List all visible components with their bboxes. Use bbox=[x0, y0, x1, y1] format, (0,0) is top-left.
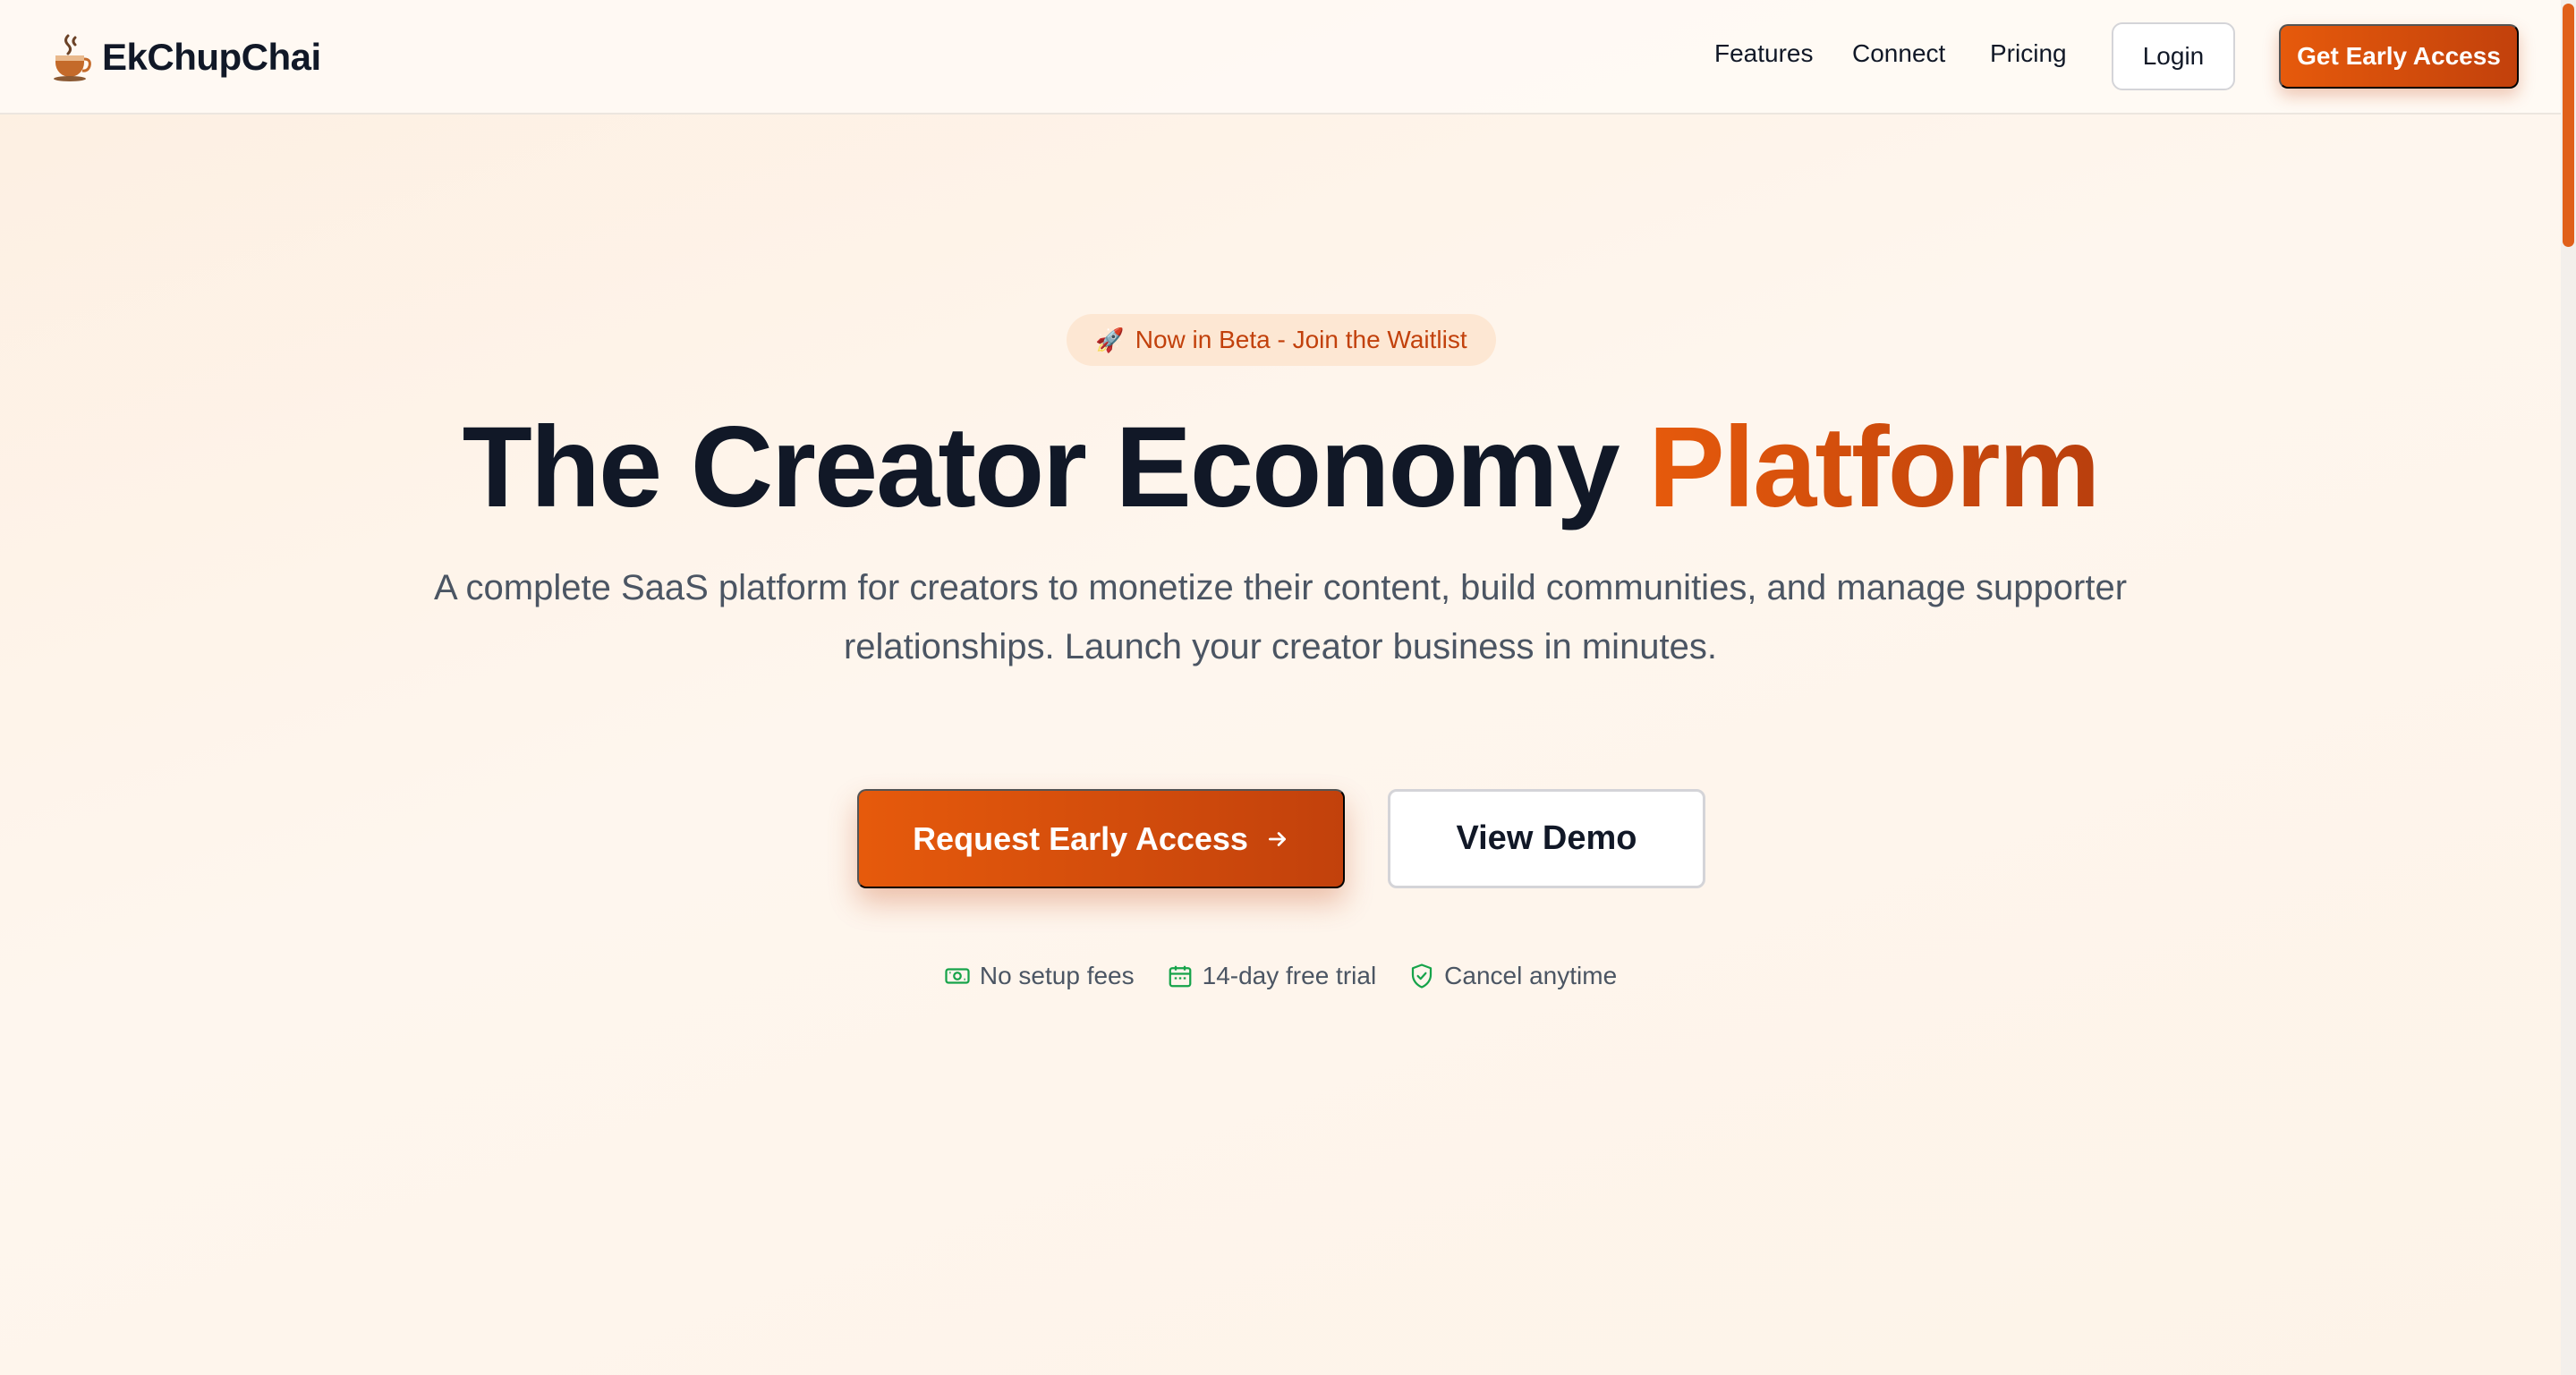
feature-highlights: No setup fees 14-day free trial Cancel a… bbox=[0, 962, 2561, 990]
nav-link-pricing[interactable]: Pricing bbox=[1990, 39, 2067, 68]
nav-link-connect[interactable]: Connect bbox=[1852, 39, 1945, 68]
brand-name: EkChupChai bbox=[102, 36, 321, 78]
hero-subtitle-line-2: relationships. Launch your creator busin… bbox=[843, 627, 1718, 666]
login-button[interactable]: Login bbox=[2112, 22, 2235, 90]
rocket-icon: 🚀 bbox=[1095, 326, 1125, 353]
teacup-icon bbox=[54, 34, 91, 81]
hero-title: The Creator Economy Platform bbox=[0, 401, 2561, 535]
beta-badge[interactable]: 🚀 Now in Beta - Join the Waitlist bbox=[1067, 314, 1496, 366]
feature-label: No setup fees bbox=[979, 962, 1135, 989]
hero-subtitle-line-1: A complete SaaS platform for creators to… bbox=[433, 568, 2128, 607]
request-early-access-button[interactable]: Request Early Access bbox=[857, 789, 1345, 888]
brand-logo[interactable]: EkChupChai bbox=[52, 27, 321, 88]
hero-title-accent: Platform bbox=[1648, 403, 2100, 531]
arrow-right-icon bbox=[1268, 831, 1286, 846]
calendar-icon bbox=[1169, 965, 1191, 988]
top-navbar: EkChupChai Features Connect Pricing Logi… bbox=[0, 0, 2561, 115]
shield-check-icon bbox=[1412, 963, 1433, 989]
hero-title-main: The Creator Economy bbox=[462, 403, 1649, 531]
view-demo-button[interactable]: View Demo bbox=[1388, 789, 1705, 888]
feature-label: Cancel anytime bbox=[1444, 962, 1618, 989]
get-early-access-button[interactable]: Get Early Access bbox=[2279, 24, 2519, 89]
money-icon bbox=[945, 968, 970, 984]
feature-cancel-anytime: Cancel anytime bbox=[1408, 962, 1617, 990]
beta-badge-text: Now in Beta - Join the Waitlist bbox=[1135, 326, 1467, 353]
feature-no-setup-fees: No setup fees bbox=[944, 962, 1135, 990]
feature-free-trial: 14-day free trial bbox=[1167, 962, 1377, 990]
scrollbar-thumb[interactable] bbox=[2563, 4, 2574, 247]
hero-subtitle: A complete SaaS platform for creators to… bbox=[385, 558, 2176, 676]
nav-link-features[interactable]: Features bbox=[1714, 39, 1814, 68]
feature-label: 14-day free trial bbox=[1202, 962, 1377, 989]
request-early-access-label: Request Early Access bbox=[913, 819, 1248, 857]
